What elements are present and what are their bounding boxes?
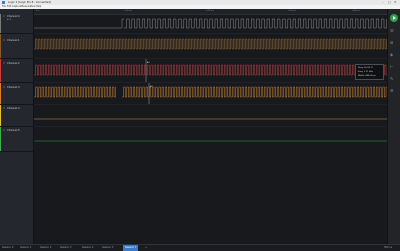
channel-1-trace — [34, 38, 387, 50]
tab-session-2[interactable]: Session 2 — [40, 245, 51, 251]
status-zoom: 500 ns — [384, 246, 393, 249]
add-tab-button[interactable]: + — [145, 245, 147, 251]
gear-icon[interactable]: ⚙ — [3, 15, 5, 18]
channel-name-4[interactable]: Channel 4 — [7, 107, 20, 110]
gear-icon[interactable]: ⚙ — [3, 107, 5, 110]
channel-color-5 — [0, 127, 2, 151]
timing-markers-icon[interactable]: ⊢ — [390, 64, 393, 69]
tab-session-3[interactable]: Session 3 — [60, 245, 71, 251]
app-logo-icon — [2, 1, 5, 4]
channel-name-1[interactable]: Channel 1 — [7, 39, 20, 42]
channel-3-trace — [34, 86, 116, 98]
channel-2-trace — [34, 64, 387, 76]
tooltip-freq: Freq: 1.11 kHz — [358, 70, 373, 73]
channel-color-0 — [0, 14, 2, 33]
channel-color-4 — [0, 105, 2, 126]
marker-a1-label[interactable]: A1 — [147, 62, 150, 64]
tab-session-4[interactable]: Session 4 — [82, 245, 93, 251]
gear-icon[interactable]: ⚙ — [3, 39, 5, 42]
channel-row-4[interactable]: ⚙ Channel 4 — [0, 105, 33, 127]
channel-list: ⚙ Channel 0 A: B: ⚙ Channel 1 ⚙ Channel … — [0, 9, 34, 244]
marker-a2-label[interactable]: A2 — [150, 86, 153, 88]
gear-icon[interactable]: ⚙ — [3, 86, 5, 89]
channel-name-2[interactable]: Channel 2 — [7, 62, 20, 65]
play-icon[interactable] — [389, 14, 398, 22]
channel-0-trace — [34, 18, 124, 29]
tab-session-7[interactable]: Session 7 — [123, 245, 139, 251]
channel-meta-0: A: B: — [7, 19, 12, 21]
waveform-traces — [34, 18, 387, 142]
measurements-icon[interactable]: ⊞ — [390, 40, 393, 45]
analyzers-icon[interactable]: ☰ — [390, 28, 394, 33]
channel-color-1 — [0, 34, 2, 58]
channel-row-3[interactable]: ⚙ Channel 3 — [0, 83, 33, 105]
channel-row-1[interactable]: ⚙ Channel 1 — [0, 34, 33, 59]
channel-color-3 — [0, 83, 2, 104]
tab-session-1[interactable]: Session 1 — [20, 245, 31, 251]
channel-row-0[interactable]: ⚙ Channel 0 A: B: — [0, 14, 33, 34]
tooltip-duty: Duty: 55.05 % — [358, 66, 373, 69]
settings-icon[interactable]: ⚙ — [390, 88, 394, 93]
channel-3-trace — [122, 86, 387, 98]
channel-row-2[interactable]: ⚙ Channel 2 — [0, 59, 33, 83]
channel-name-3[interactable]: Channel 3 — [7, 86, 20, 89]
channel-name-5[interactable]: Channel 5 — [7, 129, 20, 132]
channel-0-trace — [124, 18, 387, 29]
channel-color-2 — [0, 59, 2, 82]
notes-icon[interactable]: ✎ — [390, 76, 393, 81]
gear-icon[interactable]: ⚙ — [3, 62, 5, 65]
right-toolbar — [387, 9, 400, 244]
extensions-icon[interactable]: ◈ — [390, 52, 393, 57]
tooltip-width: Width: 496.00 μs — [358, 74, 376, 77]
channel-row-5[interactable]: ⚙ Channel 5 — [0, 127, 33, 152]
channel-name-0[interactable]: Channel 0 — [7, 15, 20, 18]
tab-session-5[interactable]: Session 5 — [102, 245, 113, 251]
tab-session-0[interactable]: Session 0 — [2, 245, 13, 251]
gear-icon[interactable]: ⚙ — [3, 129, 5, 132]
measurement-tooltip: Duty: 55.05 % Freq: 1.11 kHz Width: 496.… — [355, 64, 384, 80]
waveform-view[interactable]: 0 s +10 ms +20 ms +30 ms +40 ms A1 A2 — [34, 9, 387, 244]
